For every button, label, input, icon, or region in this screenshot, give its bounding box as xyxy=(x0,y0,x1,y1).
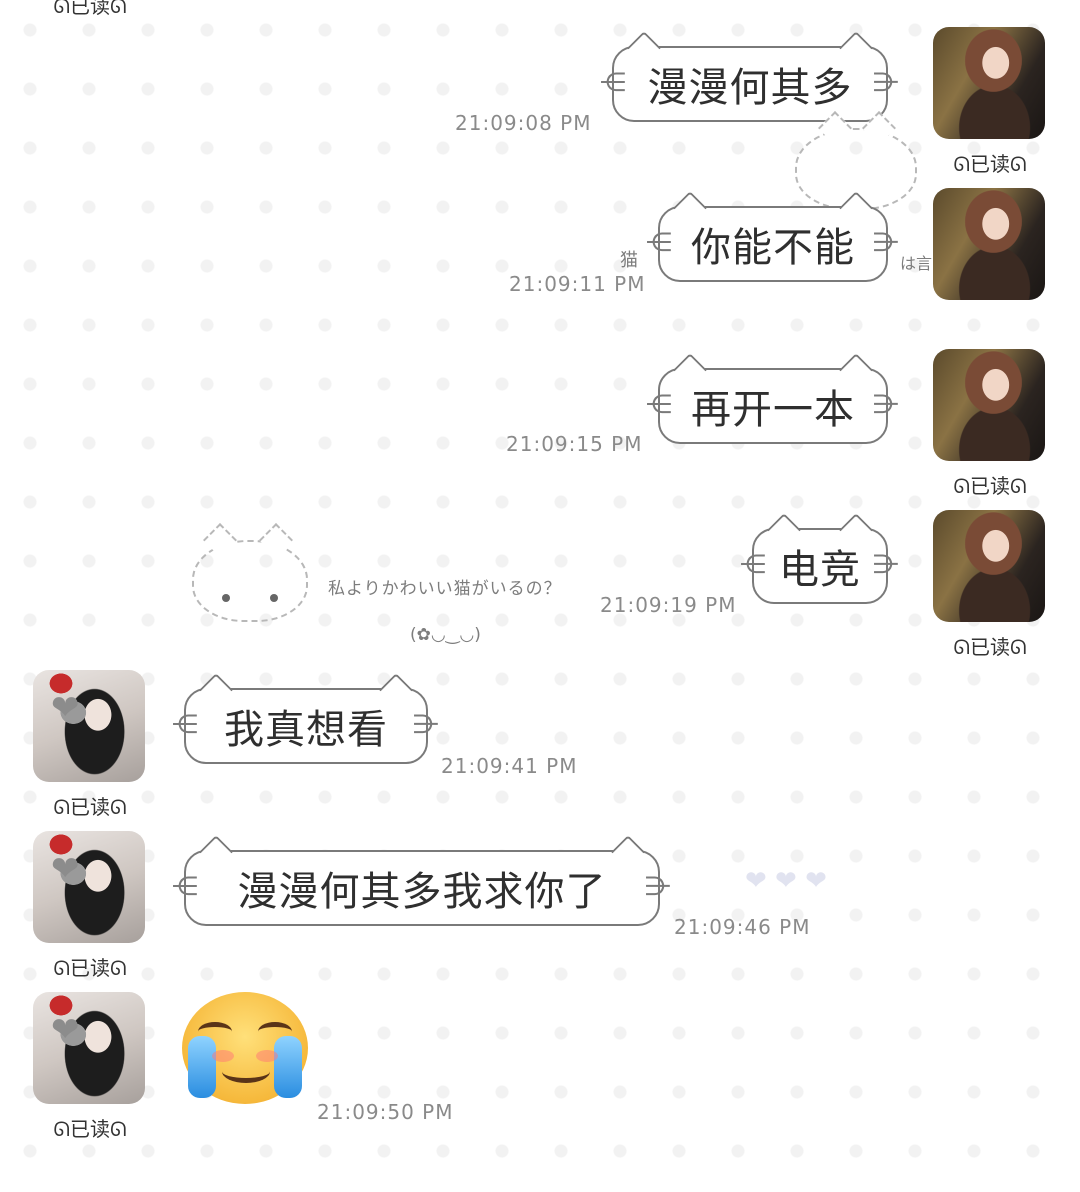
kaomoji: (✿◡‿◡) xyxy=(410,625,481,645)
whisker-icon: ⋺ xyxy=(873,390,900,420)
whisker-icon: ⋺ xyxy=(873,550,900,580)
whisker-icon: ⋲ xyxy=(172,710,199,740)
message-text: 漫漫何其多我求你了 xyxy=(237,869,607,915)
read-receipt: ᘏ已读ᘏ xyxy=(53,1117,127,1141)
whisker-icon: ⋲ xyxy=(172,872,199,902)
hearts-decor-icon: ❤ ❤ ❤ xyxy=(745,866,827,896)
cat-label: は言 xyxy=(900,254,933,273)
message-bubble[interactable]: ⋲ 你能不能 ⋺ xyxy=(646,206,899,282)
message-text: 电竞 xyxy=(779,547,861,593)
avatar[interactable] xyxy=(933,349,1045,461)
whisker-icon: ⋲ xyxy=(600,68,627,98)
message-time: 21:09:15 PM xyxy=(506,432,643,456)
avatar[interactable]: ❤ xyxy=(33,992,145,1104)
message-time: 21:09:08 PM xyxy=(455,111,592,135)
read-receipt: ᘏ已读ᘏ xyxy=(53,0,127,18)
message-time: 21:09:19 PM xyxy=(600,593,737,617)
whisker-icon: ⋺ xyxy=(645,872,672,902)
message-time: 21:09:50 PM xyxy=(317,1100,454,1124)
heart-icon: ❤ xyxy=(51,849,80,889)
read-receipt: ᘏ已读ᘏ xyxy=(953,635,1027,659)
message-time: 21:09:46 PM xyxy=(674,915,811,939)
read-receipt: ᘏ已读ᘏ xyxy=(53,795,127,819)
whisker-icon: ⋲ xyxy=(646,228,673,258)
whisker-icon: ⋲ xyxy=(740,550,767,580)
crying-face-emoji[interactable] xyxy=(182,992,308,1104)
cat-label: 猫 xyxy=(620,250,638,271)
message-text: 我真想看 xyxy=(224,707,388,753)
heart-icon: ❤ xyxy=(51,688,80,728)
decor-caption: 私よりかわいい猫がいるの？ xyxy=(328,579,562,599)
avatar[interactable]: ❤ xyxy=(33,670,145,782)
avatar[interactable] xyxy=(933,510,1045,622)
avatar[interactable]: ❤ xyxy=(33,831,145,943)
read-receipt: ᘏ已读ᘏ xyxy=(953,152,1027,176)
heart-icon: ❤ xyxy=(51,1010,80,1050)
whisker-icon: ⋲ xyxy=(646,390,673,420)
message-bubble[interactable]: ⋲ 漫漫何其多我求你了 ⋺ xyxy=(172,850,671,926)
read-receipt: ᘏ已读ᘏ xyxy=(953,474,1027,498)
message-bubble[interactable]: ⋲ 电竞 ⋺ xyxy=(740,528,899,604)
avatar[interactable] xyxy=(933,27,1045,139)
whisker-icon: ⋺ xyxy=(873,228,900,258)
whisker-icon: ⋺ xyxy=(413,710,440,740)
message-time: 21:09:41 PM xyxy=(441,754,578,778)
message-time: 21:09:11 PM xyxy=(509,272,646,296)
whisker-icon: ⋺ xyxy=(873,68,900,98)
message-bubble[interactable]: ⋲ 我真想看 ⋺ xyxy=(172,688,439,764)
avatar[interactable] xyxy=(933,188,1045,300)
message-bubble[interactable]: ⋲ 漫漫何其多 ⋺ xyxy=(600,46,899,122)
message-bubble[interactable]: ⋲ 再开一本 ⋺ xyxy=(646,368,899,444)
message-text: 再开一本 xyxy=(691,387,855,433)
message-text: 漫漫何其多 xyxy=(647,65,853,111)
cat-doodle-icon xyxy=(192,523,308,622)
message-text: 你能不能 xyxy=(691,225,855,271)
read-receipt: ᘏ已读ᘏ xyxy=(53,956,127,980)
